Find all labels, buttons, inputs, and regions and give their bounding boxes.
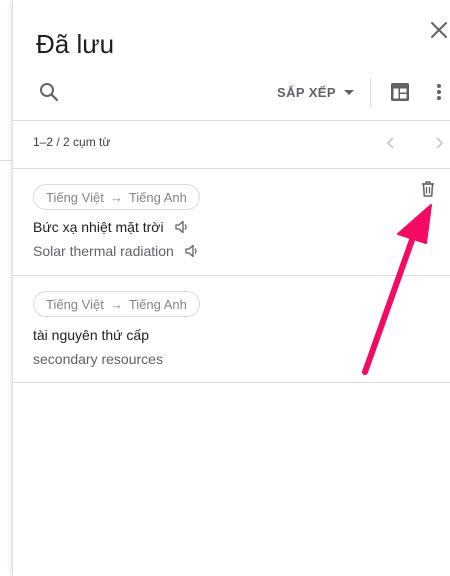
- more-vert-icon: [437, 84, 441, 100]
- list-bottom-divider: [13, 382, 450, 383]
- language-pair-chip[interactable]: Tiếng Việt → Tiếng Anh: [33, 184, 200, 210]
- source-phrase-text: tài nguyên thứ cấp: [33, 327, 150, 343]
- delete-phrase-button[interactable]: [418, 179, 438, 199]
- sort-label: SẮP XẾP: [277, 84, 336, 100]
- language-arrow: →: [109, 189, 123, 205]
- search-button[interactable]: [37, 80, 61, 104]
- export-sheets-button[interactable]: [389, 81, 411, 103]
- source-phrase-text: Bức xạ nhiệt mặt trời: [33, 219, 164, 235]
- translated-phrase: secondary resources: [33, 351, 163, 367]
- background-divider: [0, 160, 12, 161]
- toolbar-divider: [370, 78, 371, 108]
- panel-title: Đã lưu: [36, 29, 115, 59]
- target-language: Tiếng Anh: [128, 189, 187, 205]
- phrase-item[interactable]: Tiếng Việt → Tiếng Anh Bức xạ nhiệt mặt …: [13, 169, 450, 275]
- translated-phrase: Solar thermal radiation: [33, 243, 200, 259]
- listen-translation-button[interactable]: [184, 243, 200, 259]
- caret-down-icon: [343, 89, 354, 95]
- language-pair-chip[interactable]: Tiếng Việt → Tiếng Anh: [33, 291, 200, 317]
- chevron-right-icon: [436, 137, 444, 149]
- trash-icon: [422, 181, 434, 197]
- background-page: [0, 0, 12, 576]
- translated-phrase-text: Solar thermal radiation: [33, 243, 174, 259]
- close-button[interactable]: [427, 18, 450, 42]
- listen-source-button[interactable]: [174, 219, 190, 235]
- chevron-left-icon: [386, 137, 394, 149]
- target-language: Tiếng Anh: [128, 296, 187, 312]
- more-options-button[interactable]: [429, 80, 449, 104]
- translated-phrase-text: secondary resources: [33, 351, 163, 367]
- search-icon: [40, 83, 59, 102]
- language-arrow: →: [109, 296, 123, 312]
- sheets-icon: [391, 83, 409, 101]
- source-phrase: Bức xạ nhiệt mặt trời: [33, 219, 190, 235]
- source-phrase: tài nguyên thứ cấp: [33, 327, 149, 343]
- previous-page-button[interactable]: [383, 134, 399, 152]
- source-language: Tiếng Việt: [46, 189, 104, 205]
- toolbar-divider-line: [13, 120, 450, 121]
- volume-icon: [185, 244, 197, 258]
- close-icon: [431, 22, 447, 38]
- pagination-range: 1–2 / 2 cụm từ: [33, 135, 111, 149]
- phrase-item[interactable]: Tiếng Việt → Tiếng Anh tài nguyên thứ cấ…: [13, 276, 450, 382]
- saved-panel: Đã lưu SẮP XẾP 1–2 / 2 cụm từ Tiếng Việt…: [12, 0, 450, 576]
- volume-icon: [174, 220, 187, 234]
- sort-button[interactable]: SẮP XẾP: [277, 80, 354, 104]
- source-language: Tiếng Việt: [46, 296, 104, 312]
- next-page-button[interactable]: [431, 134, 447, 152]
- saved-phrases-screen: Đã lưu SẮP XẾP 1–2 / 2 cụm từ Tiếng Việt…: [0, 0, 450, 576]
